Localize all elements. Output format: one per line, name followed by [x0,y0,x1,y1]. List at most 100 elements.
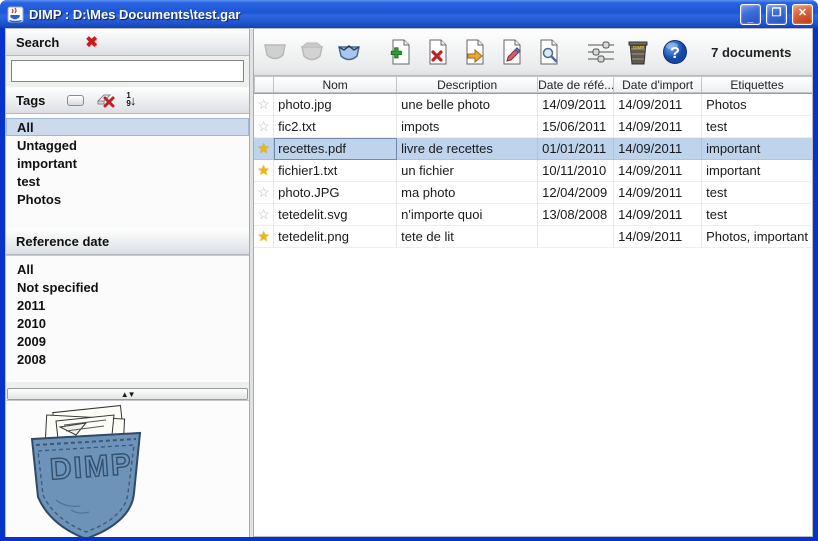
cell-description: ma photo [397,182,539,204]
column-header-star[interactable] [254,76,275,93]
table-header: Nom Description Date de réfé... Date d'i… [254,76,812,94]
cell-date-import: 14/09/2011 [614,204,703,226]
svg-text:?: ? [670,45,680,62]
help-icon[interactable]: ? [660,36,690,68]
toolbar: DIMP ? 7 documents [254,29,812,76]
column-header-date-reference[interactable]: Date de réfé... [538,76,615,93]
tags-list: All Untagged important test Photos [6,114,250,228]
tag-item-test[interactable]: test [6,172,249,190]
tag-item-all[interactable]: All [6,118,250,136]
cell-date-import: 14/09/2011 [614,226,703,248]
app-window: DIMP : D:\Mes Documents\test.gar _ ❒ ✕ S… [0,0,818,541]
column-header-nom[interactable]: Nom [274,76,398,93]
tag-item-untagged[interactable]: Untagged [6,136,249,154]
column-header-date-import[interactable]: Date d'import [614,76,703,93]
sidebar-splitter-handle[interactable]: ▲▼ [7,388,249,400]
close-archive-pocket-icon[interactable] [334,36,364,68]
reference-date-list: All Not specified 2011 2010 2009 2008 [6,255,250,382]
cell-name: photo.JPG [274,182,398,204]
clear-tags-eraser-icon[interactable] [96,92,116,108]
cell-description: livre de recettes [397,138,539,160]
svg-text:DIMP: DIMP [49,448,134,487]
cell-name: photo.jpg [274,94,398,116]
star-icon[interactable]: ★ [254,226,275,248]
table-row[interactable]: ☆ fic2.txt impots 15/06/2011 14/09/2011 … [254,116,812,138]
cell-name: tetedelit.svg [274,204,398,226]
view-document-icon[interactable] [534,36,564,68]
main-pane: DIMP ? 7 documents Nom Description Date … [254,28,813,537]
star-icon[interactable]: ☆ [254,116,275,138]
table-row[interactable]: ☆ photo.jpg une belle photo 14/09/2011 1… [254,94,812,116]
new-archive-pocket-icon [260,36,290,68]
add-document-icon[interactable] [386,36,416,68]
sort-numeric-icon[interactable]: 1 9 ↓ [126,92,136,108]
edit-document-icon[interactable] [497,36,527,68]
refdate-item-2009[interactable]: 2009 [6,332,249,350]
clear-search-icon[interactable]: ✖ [85,33,98,51]
document-count: 7 documents [711,44,792,60]
table-row[interactable]: ☆ photo.JPG ma photo 12/04/2009 14/09/20… [254,182,812,204]
refdate-item-2011[interactable]: 2011 [6,296,249,314]
table-row[interactable]: ★ tetedelit.png tete de lit 14/09/2011 P… [254,226,812,248]
cell-name: recettes.pdf [274,138,398,160]
cell-date-reference [538,226,615,248]
cell-tags: test [702,204,812,226]
search-row [6,56,250,87]
cell-description: n'importe quoi [397,204,539,226]
column-header-etiquettes[interactable]: Etiquettes [702,76,812,93]
cell-tags: important [702,160,812,182]
maximize-button[interactable]: ❒ [766,3,787,25]
open-archive-pocket-icon [297,36,327,68]
sidebar: Search ✖ Tags 1 9 ↓ All Untagged importa… [5,28,250,537]
cell-name: fichier1.txt [274,160,398,182]
close-button[interactable]: ✕ [792,3,813,25]
delete-document-icon[interactable] [423,36,453,68]
cell-tags: test [702,182,812,204]
cell-date-reference: 12/04/2009 [538,182,615,204]
cell-date-reference: 10/11/2010 [538,160,615,182]
table-row-selected[interactable]: ★ recettes.pdf livre de recettes 01/01/2… [254,138,812,160]
filter-sliders-icon[interactable] [586,36,616,68]
tag-item-important[interactable]: important [6,154,249,172]
table-row[interactable]: ☆ tetedelit.svg n'importe quoi 13/08/200… [254,204,812,226]
refdate-item-all[interactable]: All [6,260,249,278]
cell-date-reference: 15/06/2011 [538,116,615,138]
trash-basket-icon[interactable]: DIMP [623,36,653,68]
tag-item-photos[interactable]: Photos [6,190,249,208]
search-input[interactable] [11,60,245,82]
export-document-icon[interactable] [460,36,490,68]
tags-label: Tags [16,92,46,108]
cell-name: fic2.txt [274,116,398,138]
cell-description: une belle photo [397,94,539,116]
refdate-item-2008[interactable]: 2008 [6,350,249,368]
refdate-item-not-specified[interactable]: Not specified [6,278,249,296]
star-icon[interactable]: ☆ [254,204,275,226]
tag-toggle-button[interactable] [67,94,85,106]
column-header-description[interactable]: Description [397,76,539,93]
reference-date-label: Reference date [16,233,110,249]
window-content: Search ✖ Tags 1 9 ↓ All Untagged importa… [5,28,813,537]
dimp-pocket-logo: DIMP [30,404,142,537]
cell-date-reference: 01/01/2011 [538,138,615,160]
reference-date-section-header: Reference date [6,228,250,255]
cell-date-reference: 13/08/2008 [538,204,615,226]
star-icon[interactable]: ★ [254,138,275,160]
minimize-button[interactable]: _ [740,3,761,25]
splitter-arrows-icon: ▲▼ [120,389,136,399]
refdate-item-2010[interactable]: 2010 [6,314,249,332]
search-section-header: Search ✖ [6,29,250,56]
cell-date-import: 14/09/2011 [614,94,703,116]
cell-name: tetedelit.png [274,226,398,248]
documents-table: Nom Description Date de réfé... Date d'i… [254,76,812,536]
cell-date-import: 14/09/2011 [614,116,703,138]
star-icon[interactable]: ☆ [254,182,275,204]
cell-date-import: 14/09/2011 [614,160,703,182]
table-row[interactable]: ★ fichier1.txt un fichier 10/11/2010 14/… [254,160,812,182]
svg-text:DIMP: DIMP [633,45,644,50]
cell-date-reference: 14/09/2011 [538,94,615,116]
java-coffee-icon [7,6,24,22]
search-label: Search [16,34,60,50]
star-icon[interactable]: ☆ [254,94,275,116]
star-icon[interactable]: ★ [254,160,275,182]
title-bar[interactable]: DIMP : D:\Mes Documents\test.gar _ ❒ ✕ [0,0,818,28]
